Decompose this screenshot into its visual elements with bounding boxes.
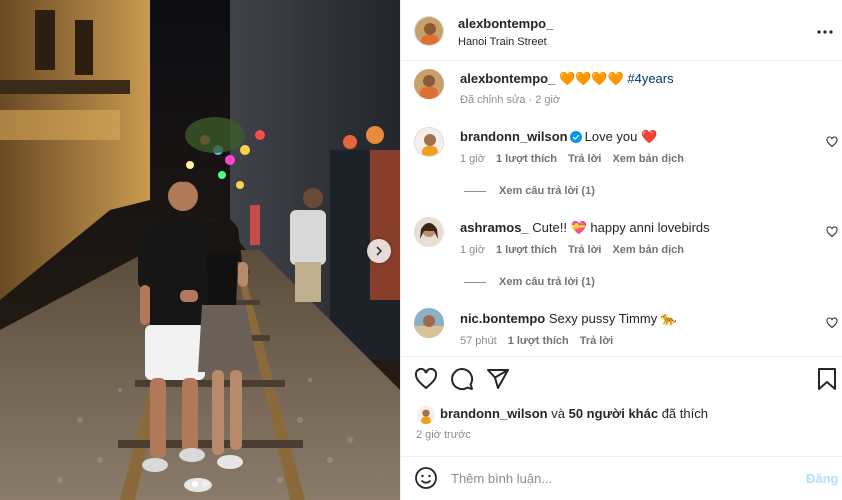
comment-username[interactable]: nic.bontempo: [460, 311, 545, 326]
reply-button[interactable]: Trả lời: [568, 153, 602, 165]
train-street-photo: [0, 0, 400, 500]
commenter-avatar[interactable]: [414, 308, 444, 338]
reply-button[interactable]: Trả lời: [580, 335, 614, 347]
carousel-next-button[interactable]: [367, 239, 391, 263]
view-replies-label: Xem câu trả lời (1): [499, 185, 595, 197]
caption: alexbontempo_ 🧡🧡🧡🧡 #4years: [460, 71, 674, 87]
likes-suffix: đã thích: [661, 406, 708, 421]
comment-likes-link[interactable]: 1 lượt thích: [496, 244, 557, 256]
comment-likes-link[interactable]: 1 lượt thích: [508, 335, 569, 347]
post-comment-button[interactable]: Đăng: [806, 471, 839, 486]
translate-button[interactable]: Xem bản dịch: [612, 153, 684, 165]
post-timestamp[interactable]: 2 giờ trước: [416, 429, 471, 441]
comment-body: Love you ❤️: [584, 129, 658, 144]
others-liked-link[interactable]: 50 người khác: [569, 406, 658, 421]
author-username[interactable]: alexbontempo_: [458, 16, 553, 31]
view-replies-label: Xem câu trả lời (1): [499, 276, 595, 288]
caption-emojis: 🧡🧡🧡🧡: [558, 71, 624, 86]
comment-username[interactable]: ashramos_: [460, 220, 529, 235]
verified-badge-icon: [569, 131, 582, 143]
smiley-icon[interactable]: [414, 466, 438, 490]
view-replies-button[interactable]: Xem câu trả lời (1): [464, 185, 595, 197]
comment-body: Cute!! 💝 happy anni lovebirds: [532, 220, 710, 235]
comment-meta: 57 phút 1 lượt thích Trả lời: [460, 335, 624, 347]
carousel-dots: [0, 481, 400, 487]
bookmark-icon[interactable]: [815, 367, 839, 391]
carousel-dot-active: [192, 481, 198, 487]
caption-meta: Đã chỉnh sửa · 2 giờ: [460, 94, 561, 106]
comment-input[interactable]: [451, 466, 791, 490]
comment-likes-link[interactable]: 1 lượt thích: [496, 153, 557, 165]
commenter-avatar[interactable]: [414, 127, 444, 157]
liker-username[interactable]: brandonn_wilson: [440, 406, 548, 421]
more-horizontal-icon: [817, 30, 833, 34]
comment-like-heart-icon[interactable]: [826, 317, 838, 329]
comment-body: Sexy pussy Timmy 🐆: [548, 311, 677, 326]
caption-author-avatar[interactable]: [414, 69, 444, 99]
view-replies-button[interactable]: Xem câu trả lời (1): [464, 276, 595, 288]
comment-text: brandonn_wilson Love you ❤️: [460, 129, 657, 145]
replies-line: [464, 190, 486, 192]
post-details-panel: alexbontempo_ Hanoi Train Street alexbon…: [400, 0, 842, 500]
commenter-avatar[interactable]: [414, 217, 444, 247]
paper-plane-icon[interactable]: [486, 367, 510, 391]
post-photo[interactable]: [0, 0, 400, 500]
reply-button[interactable]: Trả lời: [568, 244, 602, 256]
replies-line: [464, 281, 486, 283]
more-options-button[interactable]: [815, 22, 835, 42]
likes-connector: và: [551, 406, 565, 421]
comment-time: 1 giờ: [460, 153, 485, 165]
comment-time: 1 giờ: [460, 244, 485, 256]
post-location[interactable]: Hanoi Train Street: [458, 36, 547, 48]
comment-username[interactable]: brandonn_wilson: [460, 129, 568, 144]
caption-hashtag[interactable]: #4years: [627, 71, 673, 86]
comment-like-heart-icon[interactable]: [826, 226, 838, 238]
comment-meta: 1 giờ 1 lượt thích Trả lời Xem bản dịch: [460, 244, 695, 256]
chevron-right-icon: [376, 246, 383, 256]
heart-icon[interactable]: [414, 367, 438, 391]
comment-like-heart-icon[interactable]: [826, 136, 838, 148]
translate-button[interactable]: Xem bản dịch: [612, 244, 684, 256]
author-avatar[interactable]: [414, 16, 444, 46]
divider: [401, 60, 842, 61]
likes-summary: brandonn_wilson và 50 người khác đã thíc…: [416, 406, 708, 421]
comment-meta: 1 giờ 1 lượt thích Trả lời Xem bản dịch: [460, 153, 695, 165]
comment-text: ashramos_ Cute!! 💝 happy anni lovebirds: [460, 220, 710, 236]
comment-text: nic.bontempo Sexy pussy Timmy 🐆: [460, 311, 677, 327]
carousel-dot: [202, 481, 208, 487]
divider: [401, 456, 842, 457]
divider: [401, 356, 842, 357]
caption-username[interactable]: alexbontempo_: [460, 71, 555, 86]
comment-bubble-icon[interactable]: [450, 367, 474, 391]
comment-time: 57 phút: [460, 335, 497, 347]
